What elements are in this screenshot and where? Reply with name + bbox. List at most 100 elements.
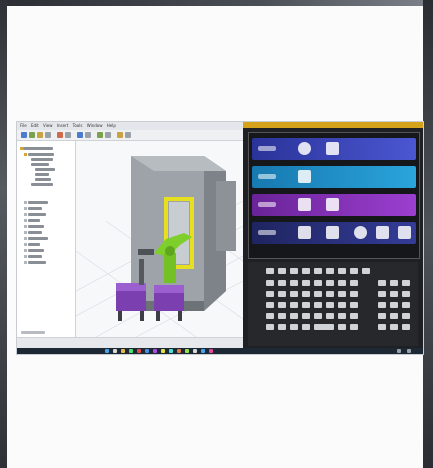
toolbar-button[interactable] [65, 132, 71, 138]
tree-item[interactable] [28, 255, 42, 258]
alpha-key[interactable] [266, 291, 274, 297]
toolbar-button[interactable] [97, 132, 103, 138]
menu-row-3[interactable] [252, 194, 416, 216]
alpha-key[interactable] [326, 302, 334, 308]
alpha-key[interactable] [350, 291, 358, 297]
taskbar-app-icon[interactable] [153, 349, 157, 353]
numeric-key[interactable] [390, 324, 398, 330]
tree-item[interactable] [23, 147, 53, 150]
tool-icon[interactable] [298, 170, 311, 183]
tree-item[interactable] [21, 331, 45, 334]
alpha-key[interactable] [350, 302, 358, 308]
taskbar-app-icon[interactable] [145, 349, 149, 353]
numeric-key[interactable] [378, 291, 386, 297]
menu-window[interactable]: Window [87, 123, 103, 128]
toolbar-button[interactable] [57, 132, 63, 138]
taskbar-app-icon[interactable] [161, 349, 165, 353]
program-icon[interactable] [298, 226, 311, 239]
document-icon[interactable] [326, 226, 339, 239]
alpha-key[interactable] [350, 313, 358, 319]
taskbar-app-icon[interactable] [201, 349, 205, 353]
alpha-key[interactable] [290, 302, 298, 308]
monitor-icon[interactable] [398, 226, 411, 239]
clock-icon[interactable] [354, 226, 367, 239]
taskbar-app-icon[interactable] [209, 349, 213, 353]
alpha-key[interactable] [302, 280, 310, 286]
function-key[interactable] [278, 268, 286, 274]
alpha-key[interactable] [314, 291, 322, 297]
alpha-key[interactable] [314, 313, 322, 319]
menu-row-2[interactable] [252, 166, 416, 188]
tree-item[interactable] [28, 201, 48, 204]
function-key[interactable] [314, 268, 322, 274]
alpha-key[interactable] [302, 324, 310, 330]
alpha-key[interactable] [290, 313, 298, 319]
alpha-key[interactable] [314, 324, 334, 330]
numeric-key[interactable] [402, 291, 410, 297]
toolbar-button[interactable] [117, 132, 123, 138]
tree-item[interactable] [28, 261, 46, 264]
tree-item[interactable] [28, 213, 46, 216]
taskbar-app-icon[interactable] [113, 349, 117, 353]
numeric-key[interactable] [402, 313, 410, 319]
taskbar-app-icon[interactable] [193, 349, 197, 353]
menu-file[interactable]: File [20, 123, 27, 128]
toolbar-button[interactable] [77, 132, 83, 138]
function-key[interactable] [266, 268, 274, 274]
toolbar-button[interactable] [37, 132, 43, 138]
toolbar-button[interactable] [85, 132, 91, 138]
alpha-key[interactable] [338, 313, 346, 319]
alpha-key[interactable] [302, 302, 310, 308]
globe-icon[interactable] [298, 142, 311, 155]
numeric-key[interactable] [390, 280, 398, 286]
taskbar-app-icon[interactable] [185, 349, 189, 353]
alpha-key[interactable] [338, 280, 346, 286]
alpha-key[interactable] [314, 302, 322, 308]
menu-view[interactable]: View [43, 123, 53, 128]
tree-item[interactable] [35, 168, 55, 171]
tree-item[interactable] [31, 183, 53, 186]
tree-item[interactable] [28, 225, 44, 228]
numeric-key[interactable] [390, 313, 398, 319]
tree-item[interactable] [28, 237, 48, 240]
numeric-key[interactable] [402, 324, 410, 330]
function-key[interactable] [350, 268, 358, 274]
toolbar-button[interactable] [45, 132, 51, 138]
function-key[interactable] [338, 268, 346, 274]
tree-item[interactable] [28, 219, 40, 222]
system-tray-icon[interactable] [397, 349, 401, 353]
function-key[interactable] [362, 268, 370, 274]
alpha-key[interactable] [278, 313, 286, 319]
toolbar-button[interactable] [21, 132, 27, 138]
menu-tools[interactable]: Tools [73, 123, 83, 128]
alpha-key[interactable] [278, 291, 286, 297]
tree-item[interactable] [28, 207, 42, 210]
alpha-key[interactable] [326, 313, 334, 319]
function-key[interactable] [326, 268, 334, 274]
numeric-key[interactable] [378, 280, 386, 286]
tree-item[interactable] [31, 163, 49, 166]
toolbar-button[interactable] [29, 132, 35, 138]
folder-icon[interactable] [376, 226, 389, 239]
taskbar-app-icon[interactable] [177, 349, 181, 353]
function-key[interactable] [290, 268, 298, 274]
function-key[interactable] [302, 268, 310, 274]
tree-item[interactable] [35, 173, 49, 176]
system-tray-icon[interactable] [407, 349, 411, 353]
alpha-key[interactable] [338, 324, 346, 330]
alpha-key[interactable] [266, 302, 274, 308]
numeric-key[interactable] [378, 313, 386, 319]
alpha-key[interactable] [302, 291, 310, 297]
alpha-key[interactable] [290, 280, 298, 286]
alpha-key[interactable] [338, 291, 346, 297]
alpha-key[interactable] [266, 324, 274, 330]
numeric-key[interactable] [402, 302, 410, 308]
chart-icon[interactable] [298, 198, 311, 211]
tree-item[interactable] [28, 153, 54, 156]
taskbar-app-icon[interactable] [137, 349, 141, 353]
alpha-key[interactable] [278, 280, 286, 286]
alpha-key[interactable] [278, 302, 286, 308]
menu-row-1[interactable] [252, 138, 416, 160]
tree-item[interactable] [31, 158, 53, 161]
numeric-key[interactable] [378, 302, 386, 308]
